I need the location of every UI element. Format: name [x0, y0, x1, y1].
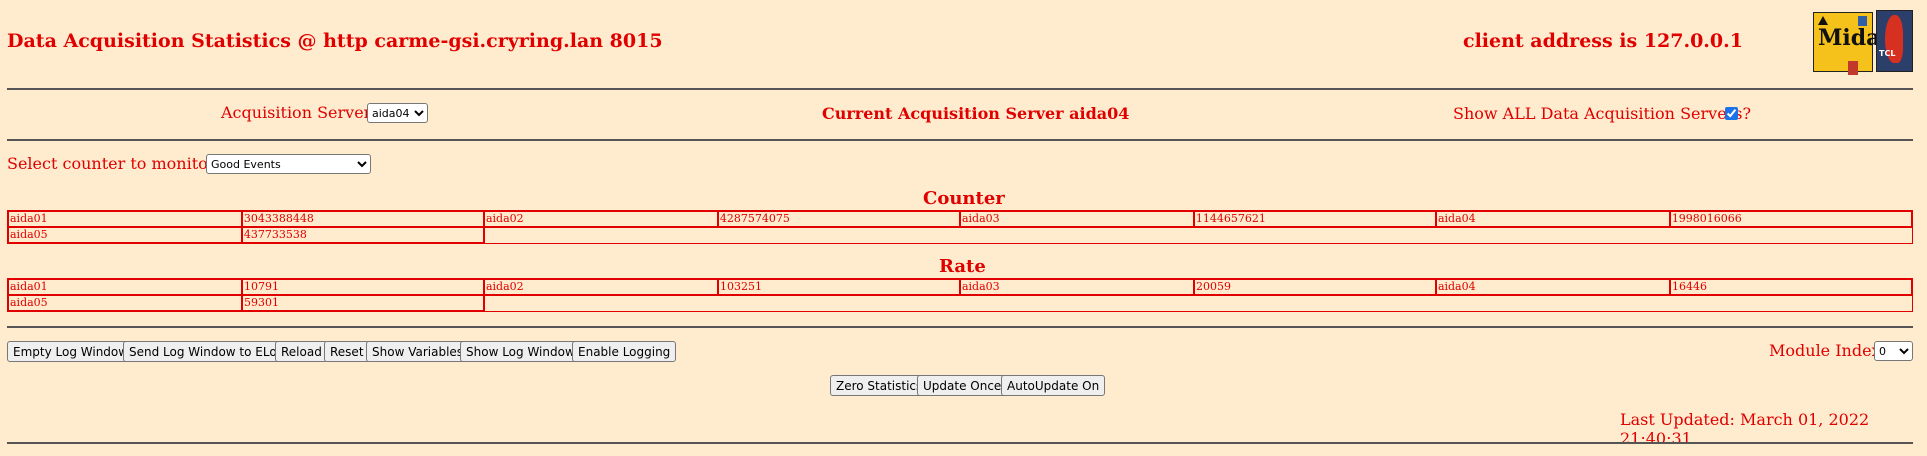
update-once-button[interactable]: Update Once — [917, 375, 1008, 396]
show-all-checkbox[interactable] — [1725, 107, 1738, 120]
rate-value: 10791 — [241, 278, 485, 296]
module-index-label: Module Index — [1769, 341, 1881, 360]
midas-logo: Midas — [1813, 12, 1893, 75]
empty-cell — [483, 226, 1913, 244]
rate-value: 16446 — [1668, 278, 1914, 296]
acq-servers-select[interactable]: aida04 — [367, 103, 428, 123]
rate-title: Rate — [939, 256, 986, 277]
reload-button[interactable]: Reload — [275, 341, 328, 362]
empty-log-button[interactable]: Empty Log Window — [7, 341, 135, 362]
server-name: aida05 — [6, 294, 244, 312]
logo-bar-icon — [1848, 61, 1858, 75]
server-name: aida04 — [1434, 210, 1671, 228]
acq-servers-label: Acquisition Servers — [221, 103, 380, 122]
zero-statistics-button[interactable]: Zero Statistics — [830, 375, 929, 396]
triangle-icon — [1818, 16, 1828, 25]
current-server: Current Acquisition Server aida04 — [822, 104, 1130, 123]
show-variables-button[interactable]: Show Variables — [366, 341, 470, 362]
server-name: aida03 — [958, 278, 1196, 296]
server-name: aida02 — [482, 278, 719, 296]
rate-table: aida01 10791 aida02 103251 aida03 20059 … — [6, 278, 1914, 312]
counter-value: 4287574075 — [716, 210, 961, 228]
server-name: aida03 — [958, 210, 1195, 228]
show-all-label: Show ALL Data Acquisition Servers? — [1453, 104, 1752, 123]
server-name: aida02 — [482, 210, 719, 228]
rate-value: 20059 — [1193, 278, 1437, 296]
tcl-logo-text: TCL — [1879, 49, 1896, 58]
server-name: aida01 — [7, 210, 243, 228]
counter-value: 1144657621 — [1192, 210, 1437, 228]
page-title: Data Acquisition Statistics @ http carme… — [7, 30, 663, 52]
counter-value: 3043388448 — [240, 210, 485, 228]
enable-logging-button[interactable]: Enable Logging — [572, 341, 677, 362]
table-row: aida05 59301 — [6, 294, 1913, 312]
show-log-button[interactable]: Show Log Window — [460, 341, 581, 362]
counter-value: 437733538 — [240, 226, 485, 244]
divider — [7, 88, 1913, 90]
counter-table: aida01 3043388448 aida02 4287574075 aida… — [7, 210, 1914, 244]
divider — [7, 326, 1913, 328]
server-name: aida05 — [7, 226, 243, 244]
counter-value: 1998016066 — [1668, 210, 1914, 228]
counter-select[interactable]: Good Events — [206, 154, 371, 174]
tcl-logo: TCL — [1876, 10, 1913, 72]
rate-value: 59301 — [241, 294, 485, 312]
module-index-select[interactable]: 0 — [1874, 341, 1913, 361]
table-row: aida05 437733538 — [7, 226, 1913, 244]
divider — [7, 139, 1913, 141]
divider — [7, 442, 1913, 444]
reset-button[interactable]: Reset — [324, 341, 370, 362]
client-address: client address is 127.0.0.1 — [1463, 30, 1743, 52]
counter-select-label: Select counter to monitor — [7, 154, 216, 173]
server-name: aida01 — [6, 278, 244, 296]
table-row: aida01 10791 aida02 103251 aida03 20059 … — [6, 278, 1914, 296]
counter-title: Counter — [923, 188, 1005, 209]
autoupdate-button[interactable]: AutoUpdate On — [1001, 375, 1106, 396]
server-name: aida04 — [1434, 278, 1671, 296]
send-elog-button[interactable]: Send Log Window to ELog — [123, 341, 291, 362]
table-row: aida01 3043388448 aida02 4287574075 aida… — [7, 210, 1914, 228]
rate-value: 103251 — [716, 278, 961, 296]
empty-cell — [483, 294, 1913, 312]
